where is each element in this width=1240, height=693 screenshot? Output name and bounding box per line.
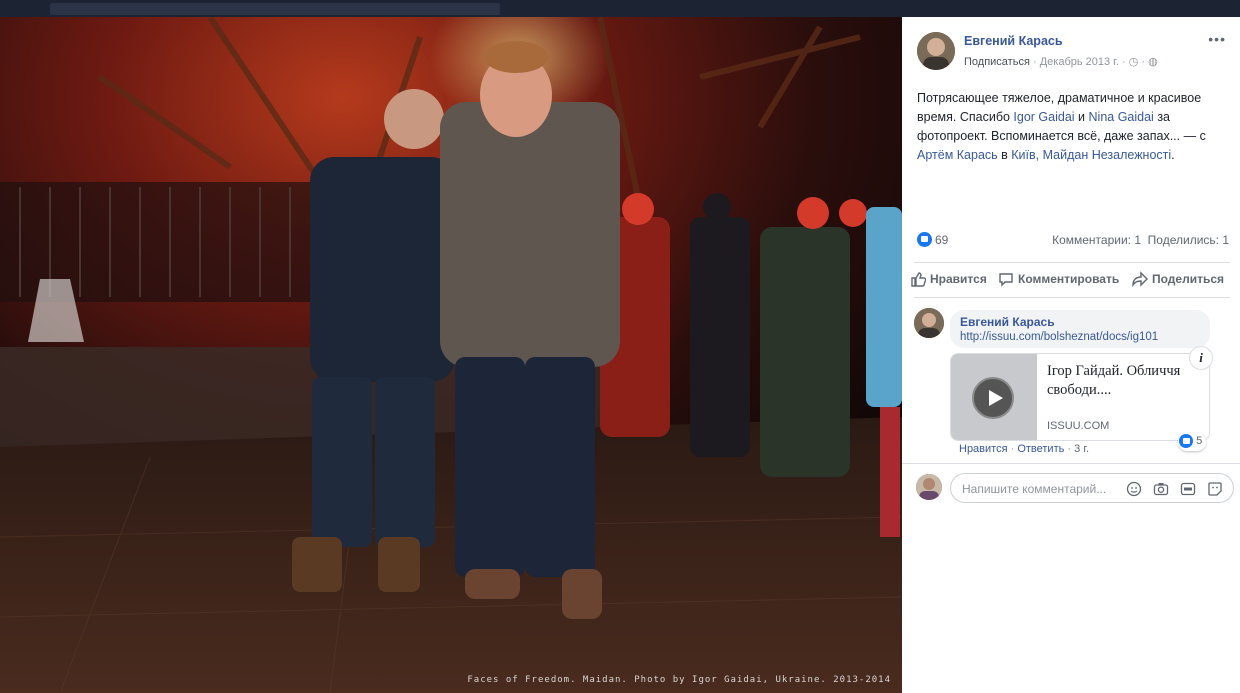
share-arrow-icon — [1132, 271, 1148, 288]
comment-bubble: Евгений Карась http://issuu.com/bolshezn… — [950, 310, 1210, 348]
location-link[interactable]: Київ, Майдан Незалежності — [1011, 148, 1171, 162]
likes-count[interactable]: 69 — [935, 233, 948, 247]
comment-reactions-count: 5 — [1196, 434, 1203, 447]
mention-link[interactable]: Артём Карась — [917, 148, 998, 162]
link-preview-title: Ігор Гайдай. Обличчя свободи.... — [1047, 363, 1181, 398]
separator: · — [1007, 443, 1018, 455]
post-photo[interactable]: Faces of Freedom. Maidan. Photo by Igor … — [0, 17, 902, 693]
post-text-part: . — [1171, 148, 1175, 162]
sticker-icon[interactable] — [1207, 481, 1223, 497]
like-button[interactable]: Нравится — [910, 271, 987, 287]
comment-reactions[interactable]: 5 — [1178, 433, 1207, 451]
separator: · — [1064, 443, 1075, 455]
search-bar[interactable] — [50, 3, 500, 15]
comment-actions: Нравится · Ответить · 3 г. — [959, 443, 1089, 455]
like-button-label: Нравится — [930, 272, 987, 286]
comment-time[interactable]: 3 г. — [1074, 443, 1089, 455]
comment-button-label: Комментировать — [1018, 272, 1120, 286]
link-preview-domain: ISSUU.COM — [1047, 420, 1110, 432]
photo-caption: Faces of Freedom. Maidan. Photo by Igor … — [467, 675, 891, 685]
stats-right: Комментарии: 1 Поделились: 1 — [1052, 233, 1229, 247]
link-preview-card[interactable]: Ігор Гайдай. Обличчя свободи.... ISSUU.C… — [950, 353, 1210, 441]
comment-like-link[interactable]: Нравится — [959, 443, 1008, 455]
like-reaction-icon — [1179, 434, 1193, 448]
meta-separator: · — [1121, 56, 1129, 68]
top-navigation-bar — [0, 0, 1240, 17]
thumbs-up-icon — [911, 272, 927, 287]
follow-link[interactable]: Подписаться — [964, 56, 1030, 68]
emoji-icon[interactable] — [1126, 481, 1142, 497]
comment-button[interactable]: Комментировать — [998, 271, 1119, 287]
info-icon[interactable]: i — [1189, 346, 1213, 370]
shares-count[interactable]: Поделились: 1 — [1148, 233, 1229, 247]
comment-input[interactable]: Напишите комментарий... — [950, 473, 1234, 503]
comment-reply-link[interactable]: Ответить — [1017, 443, 1064, 455]
comment-input-placeholder: Напишите комментарий... — [962, 482, 1107, 496]
meta-separator: · — [1032, 56, 1040, 68]
photo-image — [0, 17, 902, 693]
commenter-avatar[interactable] — [914, 308, 944, 338]
more-options-button[interactable]: ••• — [1208, 31, 1226, 47]
share-button-label: Поделиться — [1152, 272, 1225, 286]
post-date[interactable]: Декабрь 2013 г. — [1040, 56, 1119, 68]
gif-icon[interactable] — [1180, 481, 1196, 497]
globe-icon: ◍ — [1148, 56, 1158, 68]
commenter-name[interactable]: Евгений Карась — [960, 315, 1055, 329]
post-actions: Нравится Комментировать Поделиться — [910, 269, 1232, 289]
post-text-part: и — [1074, 110, 1089, 124]
clock-icon: ◷ — [1128, 56, 1139, 68]
post-text: Потрясающее тяжелое, драматичное и краси… — [917, 89, 1229, 165]
post-stats: 69 Комментарии: 1 Поделились: 1 — [917, 232, 1229, 250]
like-reaction-icon — [917, 232, 932, 248]
comment-composer: Напишите комментарий... — [902, 463, 1240, 511]
speech-bubble-icon — [999, 273, 1013, 287]
viewer-avatar[interactable] — [916, 474, 942, 500]
comment-link[interactable]: http://issuu.com/bolsheznat/docs/ig101 — [960, 331, 1158, 343]
post-meta: Подписаться · Декабрь 2013 г. · ◷ · ◍ — [964, 55, 1158, 68]
mention-link[interactable]: Igor Gaidai — [1013, 110, 1074, 124]
post-text-part: в — [997, 148, 1012, 162]
comments-count[interactable]: Комментарии: 1 — [1052, 233, 1141, 247]
play-icon[interactable] — [972, 377, 1014, 419]
author-avatar[interactable] — [917, 32, 955, 70]
post-side-panel: Евгений Карась Подписаться · Декабрь 201… — [902, 17, 1240, 693]
divider — [914, 297, 1230, 298]
author-name[interactable]: Евгений Карась — [964, 34, 1063, 48]
share-button[interactable]: Поделиться — [1132, 271, 1225, 288]
video-thumbnail — [951, 354, 1037, 440]
divider — [914, 262, 1230, 263]
camera-icon[interactable] — [1153, 481, 1169, 497]
mention-link[interactable]: Nina Gaidai — [1089, 110, 1154, 124]
